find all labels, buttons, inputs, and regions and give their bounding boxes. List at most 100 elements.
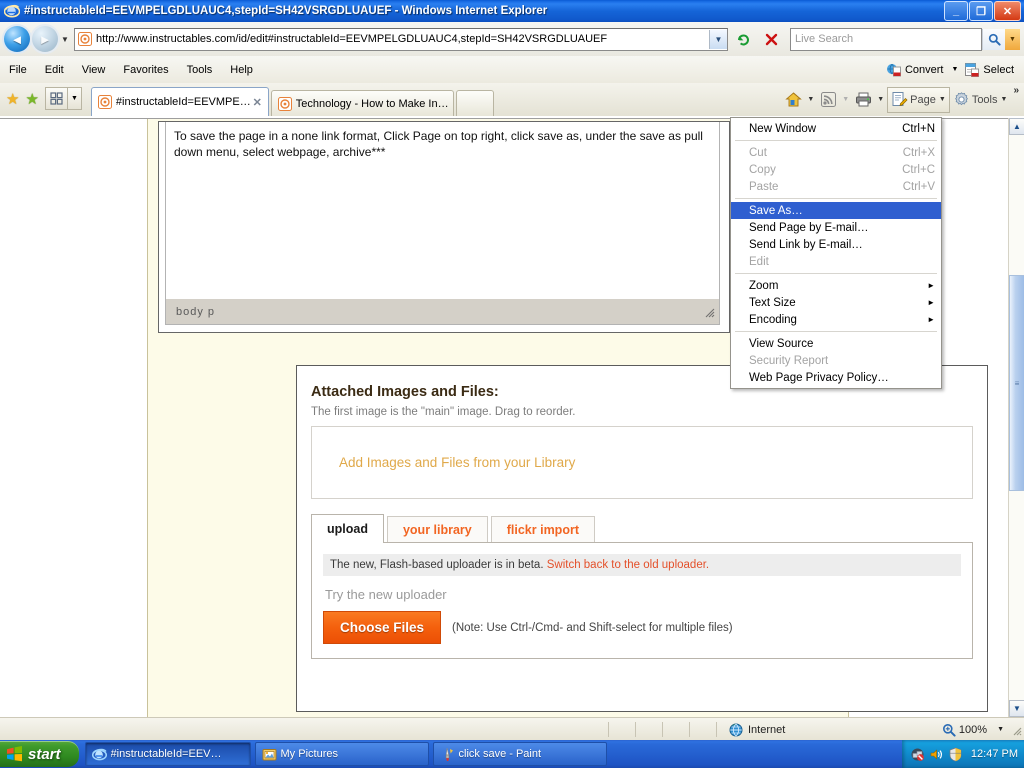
status-segment	[716, 722, 717, 737]
back-button[interactable]: ◄	[4, 26, 30, 52]
menu-item-cut: Cut Ctrl+X	[731, 144, 941, 161]
scroll-up-button[interactable]: ▲	[1009, 118, 1024, 135]
menu-item-label: View Source	[749, 337, 814, 350]
tab-flickr-import[interactable]: flickr import	[490, 516, 595, 543]
system-clock[interactable]: 12:47 PM	[971, 748, 1018, 760]
page-favicon-icon	[78, 32, 92, 46]
taskbar-item-my-pictures[interactable]: My Pictures	[254, 742, 429, 766]
menu-separator	[735, 273, 937, 274]
zoom-dropdown-icon[interactable]: ▼	[997, 726, 1004, 733]
add-to-favorites-icon[interactable]: ★	[25, 92, 38, 107]
taskbar-items: #instructableId=EEV… My Pictures click s…	[84, 742, 902, 766]
menu-edit[interactable]: Edit	[36, 62, 73, 78]
menu-help[interactable]: Help	[221, 62, 262, 78]
tab-close-icon[interactable]: ✕	[251, 96, 264, 109]
search-placeholder: Live Search	[795, 33, 854, 45]
menu-item-web-page-privacy-policy[interactable]: Web Page Privacy Policy…	[731, 369, 941, 386]
print-dropdown-icon[interactable]: ▼	[877, 96, 884, 103]
page-dropdown-icon[interactable]: ▼	[939, 96, 946, 103]
convert-dropdown-icon[interactable]: ▼	[945, 64, 964, 75]
menu-item-encoding[interactable]: Encoding ►	[731, 311, 941, 328]
menu-view[interactable]: View	[73, 62, 115, 78]
network-icon[interactable]	[910, 747, 925, 762]
menu-file[interactable]: File	[0, 62, 36, 78]
menu-tools[interactable]: Tools	[178, 62, 222, 78]
rss-feed-icon	[820, 91, 837, 108]
menu-item-view-source[interactable]: View Source	[731, 335, 941, 352]
library-dropzone[interactable]: Add Images and Files from your Library	[311, 426, 973, 499]
home-dropdown-icon[interactable]: ▼	[807, 96, 814, 103]
menu-item-save-as[interactable]: Save As…	[731, 202, 941, 219]
taskbar-item-paint[interactable]: click save - Paint	[432, 742, 607, 766]
favorites-buttons: ★ ★ ▼	[0, 83, 91, 116]
submenu-arrow-icon: ►	[927, 281, 935, 290]
zoom-control[interactable]: 100% ▼	[942, 723, 1004, 737]
favorites-center-icon[interactable]: ★	[6, 92, 19, 107]
url-dropdown-icon[interactable]: ▼	[709, 29, 727, 49]
tab-your-library[interactable]: your library	[386, 516, 488, 543]
search-input[interactable]: Live Search	[790, 27, 982, 51]
system-tray: 12:47 PM	[901, 740, 1024, 768]
taskbar-item-ie[interactable]: #instructableId=EEV…	[84, 742, 251, 766]
try-new-uploader-label: Try the new uploader	[325, 587, 447, 602]
menu-favorites[interactable]: Favorites	[114, 62, 177, 78]
menu-item-shortcut: Ctrl+V	[902, 180, 935, 193]
minimize-button[interactable]: _	[944, 1, 968, 21]
security-zone[interactable]: Internet	[729, 723, 785, 737]
menu-item-send-link-by-email[interactable]: Send Link by E-mail…	[731, 236, 941, 253]
status-segment	[635, 722, 636, 737]
menu-item-label: Web Page Privacy Policy…	[749, 371, 889, 384]
menu-item-new-window[interactable]: New Window Ctrl+N	[731, 120, 941, 137]
feeds-dropdown-icon[interactable]: ▼	[842, 96, 849, 103]
search-go-button[interactable]	[982, 28, 1005, 50]
volume-icon[interactable]	[929, 747, 944, 762]
window-title: #instructableId=EEVMPELGDLUAUC4,stepId=S…	[24, 5, 548, 17]
paint-icon	[440, 747, 455, 762]
menu-item-label: Send Page by E-mail…	[749, 221, 869, 234]
menu-item-text-size[interactable]: Text Size ►	[731, 294, 941, 311]
home-button[interactable]: ▼	[782, 88, 817, 112]
tab-list-dropdown[interactable]: ▼	[67, 86, 82, 110]
security-shield-icon[interactable]	[948, 747, 963, 762]
menu-item-label: Text Size	[749, 296, 796, 309]
quick-tabs-button[interactable]	[44, 86, 68, 110]
vertical-scrollbar[interactable]: ▲ ≡ ▼	[1008, 118, 1024, 717]
globe-icon	[729, 723, 743, 737]
new-tab-button[interactable]	[455, 90, 494, 116]
recent-pages-dropdown[interactable]: ▼	[58, 26, 72, 52]
menu-item-shortcut: Ctrl+X	[902, 146, 935, 159]
command-bar-overflow-icon[interactable]: »	[1010, 85, 1022, 96]
select-label: Select	[983, 63, 1014, 76]
choose-files-note: (Note: Use Ctrl-/Cmd- and Shift-select f…	[452, 621, 733, 634]
close-button[interactable]: ✕	[994, 1, 1021, 21]
print-button[interactable]: ▼	[852, 88, 887, 112]
window-resize-grip-icon[interactable]	[1010, 724, 1022, 736]
select-button[interactable]: Select	[964, 62, 1014, 78]
tab-upload[interactable]: upload	[311, 514, 384, 543]
scrollbar-thumb[interactable]: ≡	[1009, 275, 1024, 491]
menu-item-label: Encoding	[749, 313, 797, 326]
switch-to-old-uploader-link[interactable]: Switch back to the old uploader.	[547, 559, 709, 571]
page-button[interactable]: Page ▼	[887, 86, 950, 113]
menu-item-zoom[interactable]: Zoom ►	[731, 277, 941, 294]
search-provider-dropdown[interactable]: ▼	[1005, 28, 1020, 50]
scroll-down-button[interactable]: ▼	[1009, 700, 1024, 717]
feeds-button[interactable]: ▼	[817, 88, 852, 112]
stop-button[interactable]	[759, 27, 784, 52]
tab-instructable-edit[interactable]: #instructableId=EEVMPE… ✕	[90, 87, 269, 116]
stop-icon	[765, 33, 778, 45]
resize-grip-icon[interactable]	[703, 306, 715, 318]
tools-dropdown-icon[interactable]: ▼	[1001, 96, 1008, 103]
forward-button[interactable]: ►	[32, 26, 58, 52]
choose-files-button[interactable]: Choose Files	[323, 611, 442, 644]
windows-flag-icon	[6, 746, 23, 762]
maximize-button[interactable]: ❐	[969, 1, 993, 21]
rich-text-editor[interactable]: To save the page in a none link format, …	[165, 122, 720, 310]
refresh-button[interactable]	[731, 27, 756, 52]
url-input[interactable]: http://www.instructables.com/id/edit#ins…	[74, 27, 728, 51]
tools-button[interactable]: Tools ▼	[950, 88, 1011, 112]
menu-item-send-page-by-email[interactable]: Send Page by E-mail…	[731, 219, 941, 236]
tab-technology[interactable]: Technology - How to Make In…	[270, 90, 454, 116]
convert-button[interactable]: Convert	[886, 62, 943, 78]
start-button[interactable]: start	[0, 741, 79, 767]
